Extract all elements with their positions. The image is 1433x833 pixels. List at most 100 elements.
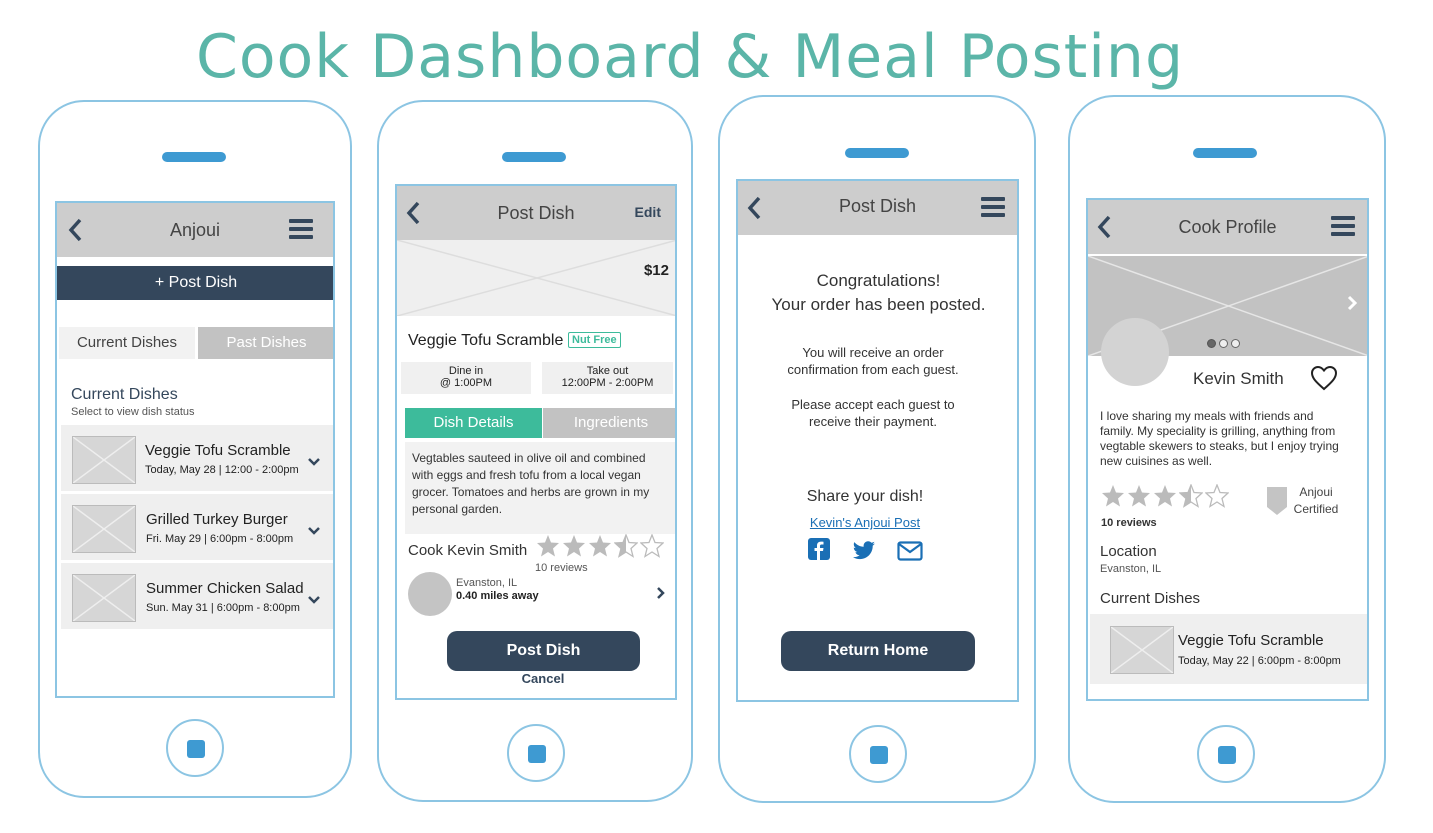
post-dish-button[interactable]: + Post Dish: [57, 266, 333, 300]
cook-name: Kevin Smith: [1193, 369, 1284, 388]
hamburger-menu-icon[interactable]: [981, 197, 1005, 219]
return-home-button[interactable]: Return Home: [781, 631, 975, 671]
dish-name: Veggie Tofu Scramble: [1178, 632, 1324, 649]
hamburger-menu-icon[interactable]: [289, 219, 313, 241]
dish-name: Grilled Turkey Burger: [146, 511, 288, 528]
phone-speaker: [502, 152, 566, 162]
phone-speaker: [1193, 148, 1257, 158]
star-full-icon: [1128, 485, 1150, 507]
carousel-dot[interactable]: [1219, 339, 1228, 348]
header-title: Post Dish: [497, 203, 575, 223]
star-rating: [536, 534, 664, 558]
avatar: [1101, 318, 1169, 386]
section-title: Current Dishes: [71, 386, 178, 403]
dish-name: Veggie Tofu Scramble: [408, 332, 564, 349]
post-dish-button[interactable]: Post Dish: [447, 631, 640, 671]
screen-post-dish: Post Dish Edit $12 Veggie Tofu Scramble …: [395, 184, 677, 700]
star-empty-icon: [640, 534, 664, 558]
section-subtitle: Select to view dish status: [71, 406, 195, 418]
dish-photo-placeholder: $12: [397, 240, 675, 316]
list-item[interactable]: Grilled Turkey Burger Fri. May 29 | 6:00…: [61, 494, 333, 560]
review-count[interactable]: 10 reviews: [1101, 517, 1157, 529]
take-out-label: Take out: [586, 365, 629, 377]
header-title: Cook Profile: [1178, 217, 1277, 237]
star-half-icon: [1179, 484, 1203, 508]
star-half-icon: [614, 534, 638, 558]
tab-ingredients[interactable]: Ingredients: [543, 408, 675, 438]
carousel-dot-active[interactable]: [1207, 339, 1216, 348]
dine-in-option[interactable]: Dine in @ 1:00PM: [401, 362, 531, 394]
phone-home-button[interactable]: [849, 725, 907, 783]
dine-in-label: Dine in: [448, 365, 484, 377]
cancel-link[interactable]: Cancel: [397, 671, 675, 686]
avatar: [408, 572, 452, 616]
carousel-dots: [1207, 339, 1240, 348]
dish-thumbnail: [72, 436, 136, 484]
list-item[interactable]: Summer Chicken Salad Sun. May 31 | 6:00p…: [61, 563, 333, 629]
mail-icon[interactable]: [897, 541, 923, 561]
phone-home-button[interactable]: [507, 724, 565, 782]
tab-current-dishes[interactable]: Current Dishes: [59, 327, 195, 359]
certified-line: Certified: [1293, 502, 1339, 516]
chevron-right-icon[interactable]: [1346, 294, 1358, 312]
certified-line: Anjoui: [1299, 485, 1333, 499]
share-link[interactable]: Kevin's Anjoui Post: [738, 515, 992, 530]
chevron-right-icon[interactable]: [656, 586, 666, 600]
tab-dish-details[interactable]: Dish Details: [405, 408, 542, 438]
phone-speaker: [162, 152, 226, 162]
dish-thumbnail: [1110, 626, 1174, 674]
info-line: Please accept each guest to: [791, 397, 955, 412]
header-title: Post Dish: [838, 196, 917, 216]
congrats-line: Your order has been posted.: [771, 295, 986, 314]
dish-time: Fri. May 29 | 6:00pm - 8:00pm: [146, 533, 294, 545]
congrats-message: Congratulations! Your order has been pos…: [738, 269, 1017, 317]
info-line: You will receive an order: [802, 345, 944, 360]
heart-icon[interactable]: [1310, 365, 1338, 391]
star-full-icon: [563, 535, 585, 557]
dish-description: Vegtables sauteed in olive oil and combi…: [405, 442, 675, 534]
take-out-option[interactable]: Take out 12:00PM - 2:00PM: [542, 362, 673, 394]
star-full-icon: [589, 535, 611, 557]
share-title: Share your dish!: [806, 488, 924, 505]
chevron-down-icon[interactable]: [307, 457, 321, 467]
chevron-down-icon[interactable]: [307, 526, 321, 536]
phone-speaker: [845, 148, 909, 158]
star-full-icon: [1102, 485, 1124, 507]
dish-thumbnail: [72, 574, 136, 622]
cook-label: Cook Kevin Smith: [408, 542, 528, 559]
location-value: Evanston, IL: [1100, 563, 1162, 575]
payment-info: Please accept each guest to receive thei…: [738, 396, 1008, 430]
edit-link[interactable]: Edit: [635, 204, 661, 220]
dish-time: Today, May 22 | 6:00pm - 8:00pm: [1178, 655, 1341, 667]
screen-confirmation: Post Dish Congratulations! Your order ha…: [736, 179, 1019, 702]
header-bar: Post Dish: [738, 181, 1017, 235]
confirmation-info: You will receive an order confirmation f…: [738, 344, 1008, 378]
star-empty-icon: [1205, 484, 1229, 508]
cook-location: Evanston, IL: [456, 577, 518, 589]
phone-home-button[interactable]: [1197, 725, 1255, 783]
header-bar: Post Dish Edit: [397, 186, 675, 240]
facebook-icon[interactable]: [808, 538, 830, 560]
review-count[interactable]: 10 reviews: [535, 562, 588, 574]
chevron-down-icon[interactable]: [307, 595, 321, 605]
take-out-time: 12:00PM - 2:00PM: [561, 377, 654, 389]
list-item[interactable]: Veggie Tofu Scramble Today, May 22 | 6:0…: [1090, 614, 1367, 684]
twitter-icon[interactable]: [852, 541, 876, 561]
page-title: Cook Dashboard & Meal Posting: [195, 22, 1185, 92]
dish-time: Today, May 28 | 12:00 - 2:00pm: [145, 464, 299, 476]
hamburger-menu-icon[interactable]: [1331, 216, 1355, 238]
star-rating: [1101, 484, 1229, 508]
carousel-dot[interactable]: [1231, 339, 1240, 348]
phone-home-button[interactable]: [166, 719, 224, 777]
info-line: receive their payment.: [809, 414, 937, 429]
cook-distance: 0.40 miles away: [456, 590, 539, 602]
certified-label: Anjoui Certified: [1283, 484, 1349, 518]
tab-past-dishes[interactable]: Past Dishes: [198, 327, 333, 359]
header-bar: Anjoui: [57, 203, 333, 257]
screen-dashboard: Anjoui + Post Dish Current Dishes Past D…: [55, 201, 335, 698]
star-full-icon: [537, 535, 559, 557]
star-full-icon: [1154, 485, 1176, 507]
screen-cook-profile: Cook Profile Kevin Smith I love sharing …: [1086, 198, 1369, 701]
dish-time: Sun. May 31 | 6:00pm - 8:00pm: [146, 602, 300, 614]
list-item[interactable]: Veggie Tofu Scramble Today, May 28 | 12:…: [61, 425, 333, 491]
